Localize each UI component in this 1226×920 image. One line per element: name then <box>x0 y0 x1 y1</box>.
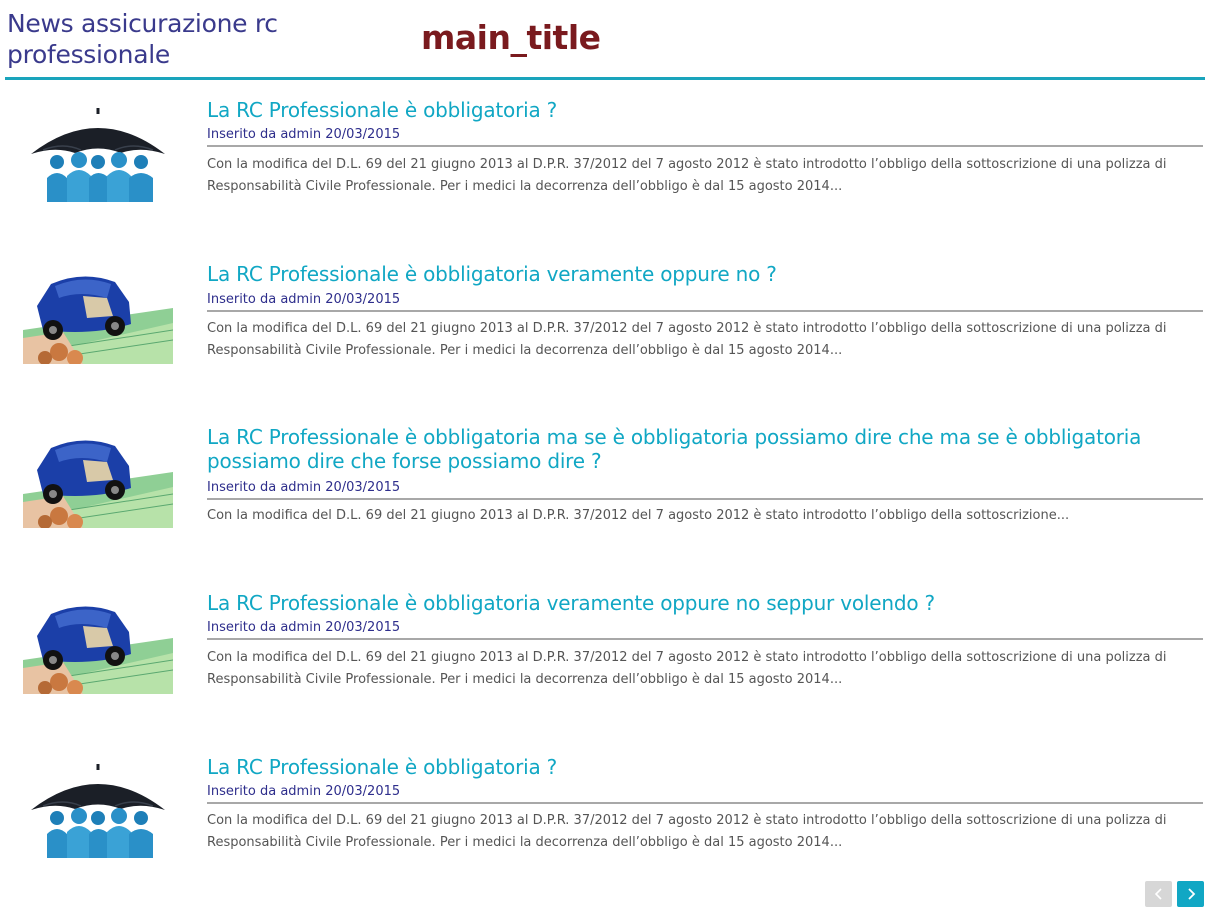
news-excerpt: Con la modifica del D.L. 69 del 21 giugn… <box>207 321 1167 358</box>
news-meta: Inserito da admin 20/03/2015 <box>207 127 401 142</box>
site-title[interactable]: News assicurazione rc professionale <box>7 8 337 70</box>
news-meta: Inserito da admin 20/03/2015 <box>207 620 401 635</box>
header-divider <box>5 77 1205 80</box>
car-money-icon[interactable] <box>23 432 173 528</box>
news-meta: Inserito da admin 20/03/2015 <box>207 480 401 495</box>
pager-prev-button[interactable] <box>1145 881 1172 907</box>
car-money-icon[interactable] <box>23 268 173 364</box>
news-title[interactable]: La RC Professionale è obbligatoria veram… <box>207 591 1167 615</box>
news-divider <box>207 638 1203 640</box>
news-title[interactable]: La RC Professionale è obbligatoria veram… <box>207 262 1167 286</box>
pager-next-button[interactable] <box>1177 881 1204 907</box>
news-meta: Inserito da admin 20/03/2015 <box>207 784 401 799</box>
chevron-right-icon <box>1187 888 1195 900</box>
chevron-left-icon <box>1154 888 1162 900</box>
news-title[interactable]: La RC Professionale è obbligatoria ma se… <box>207 425 1167 473</box>
news-excerpt: Con la modifica del D.L. 69 del 21 giugn… <box>207 157 1167 194</box>
news-title[interactable]: La RC Professionale è obbligatoria ? <box>207 755 1167 779</box>
news-divider <box>207 310 1203 312</box>
news-divider <box>207 498 1203 500</box>
news-meta: Inserito da admin 20/03/2015 <box>207 292 401 307</box>
news-excerpt: Con la modifica del D.L. 69 del 21 giugn… <box>207 813 1167 850</box>
main-title: main_title <box>421 18 601 57</box>
car-money-icon[interactable] <box>23 598 173 694</box>
news-divider <box>207 145 1203 147</box>
page-header: News assicurazione rc professionale main… <box>0 0 1226 80</box>
news-divider <box>207 802 1203 804</box>
news-excerpt: Con la modifica del D.L. 69 del 21 giugn… <box>207 508 1070 523</box>
umbrella-people-icon[interactable] <box>23 106 173 202</box>
umbrella-people-icon[interactable] <box>23 762 173 858</box>
news-title[interactable]: La RC Professionale è obbligatoria ? <box>207 98 1167 122</box>
news-excerpt: Con la modifica del D.L. 69 del 21 giugn… <box>207 650 1167 687</box>
